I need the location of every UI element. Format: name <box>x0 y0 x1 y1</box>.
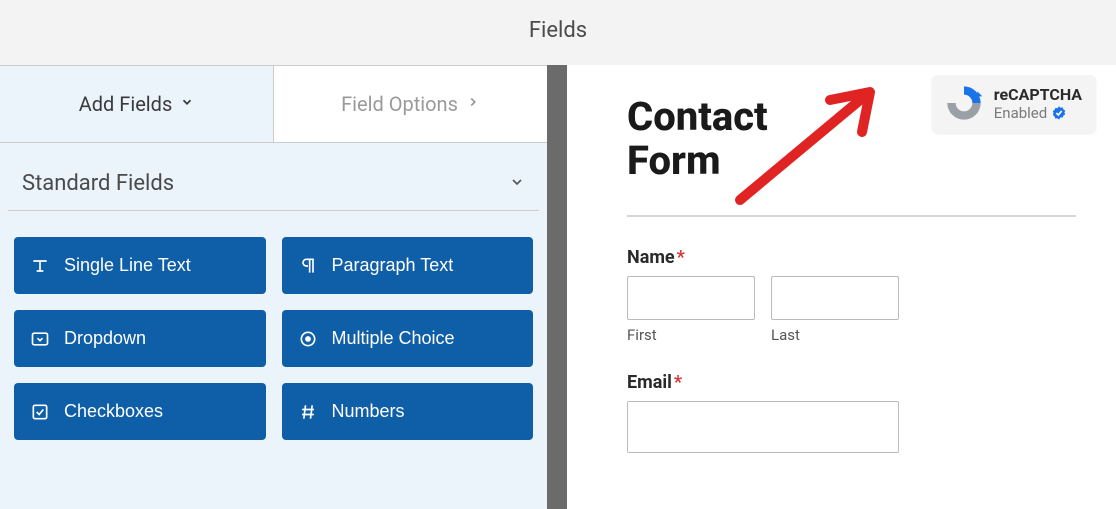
field-label: Single Line Text <box>64 255 191 276</box>
main-layout: Add Fields Field Options Standard Fields <box>0 65 1116 509</box>
checkbox-icon <box>30 402 50 422</box>
name-fields-row: First Last <box>627 276 1076 344</box>
first-name-input[interactable] <box>627 276 755 320</box>
sidebar-panel: Add Fields Field Options Standard Fields <box>0 65 547 509</box>
dropdown-icon <box>30 329 50 349</box>
field-label: Numbers <box>332 401 405 422</box>
recaptcha-title: reCAPTCHA <box>994 85 1082 104</box>
email-label-text: Email <box>627 372 672 393</box>
tab-field-options-label: Field Options <box>341 92 458 116</box>
recaptcha-icon <box>944 83 984 123</box>
chevron-down-icon <box>180 95 194 113</box>
field-multiple-choice[interactable]: Multiple Choice <box>282 310 534 367</box>
form-preview-panel: Contact Form reCAPTCHA Enabled <box>567 65 1116 509</box>
sidebar-tabs: Add Fields Field Options <box>0 66 547 143</box>
last-name-input[interactable] <box>771 276 899 320</box>
name-label: Name* <box>627 247 1076 268</box>
field-label: Multiple Choice <box>332 328 455 349</box>
panel-divider <box>547 65 567 509</box>
radio-icon <box>298 329 318 349</box>
name-label-text: Name <box>627 247 675 268</box>
text-cursor-icon <box>30 256 50 276</box>
last-sublabel: Last <box>771 326 899 344</box>
field-label: Dropdown <box>64 328 146 349</box>
field-dropdown[interactable]: Dropdown <box>14 310 266 367</box>
section-title: Standard Fields <box>22 171 174 196</box>
recaptcha-status: Enabled <box>994 104 1047 122</box>
recaptcha-badge[interactable]: reCAPTCHA Enabled <box>932 75 1096 133</box>
field-single-line-text[interactable]: Single Line Text <box>14 237 266 294</box>
verified-icon <box>1051 105 1067 121</box>
tab-add-fields-label: Add Fields <box>79 92 173 116</box>
page-title: Fields <box>529 18 587 43</box>
email-input[interactable] <box>627 401 899 453</box>
field-paragraph-text[interactable]: Paragraph Text <box>282 237 534 294</box>
paragraph-icon <box>298 256 318 276</box>
recaptcha-text: reCAPTCHA Enabled <box>994 85 1082 122</box>
form-divider <box>627 215 1076 217</box>
tab-field-options[interactable]: Field Options <box>274 66 547 142</box>
field-numbers[interactable]: Numbers <box>282 383 534 440</box>
field-label: Checkboxes <box>64 401 163 422</box>
field-label: Paragraph Text <box>332 255 454 276</box>
first-sublabel: First <box>627 326 755 344</box>
field-checkboxes[interactable]: Checkboxes <box>14 383 266 440</box>
chevron-right-icon <box>466 95 480 113</box>
chevron-down-icon <box>509 174 525 194</box>
page-header: Fields <box>0 0 1116 65</box>
hash-icon <box>298 402 318 422</box>
tab-add-fields[interactable]: Add Fields <box>0 66 274 142</box>
section-standard-fields[interactable]: Standard Fields <box>8 143 539 211</box>
required-asterisk: * <box>674 372 682 393</box>
field-buttons-grid: Single Line Text Paragraph Text Dropdown… <box>0 211 547 440</box>
email-label: Email* <box>627 372 1076 393</box>
required-asterisk: * <box>677 247 685 268</box>
form-title: Contact Form <box>627 95 827 183</box>
